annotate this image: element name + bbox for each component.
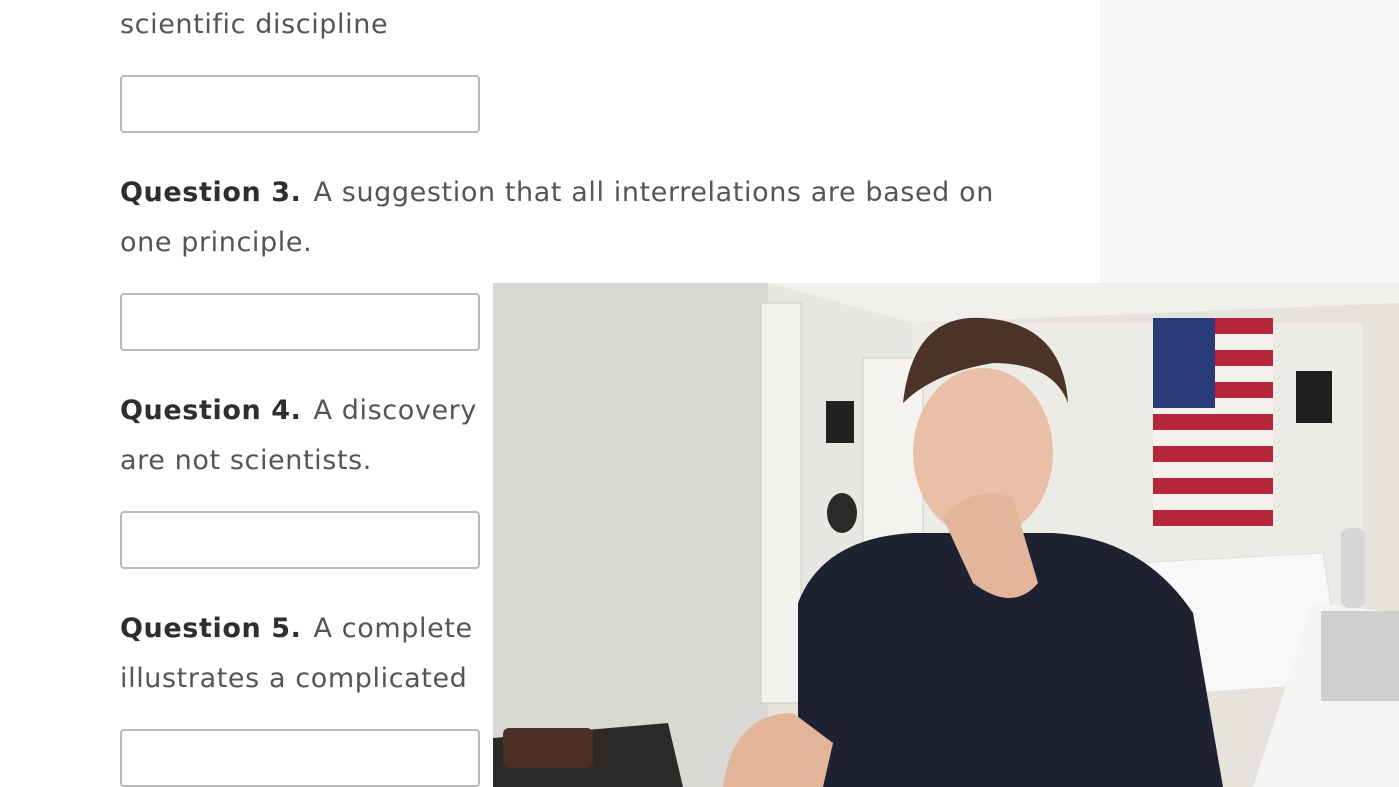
water-bottle bbox=[1341, 528, 1365, 608]
question-3-label: Question 3. bbox=[120, 177, 302, 208]
previous-question-text: scientific discipline bbox=[120, 9, 389, 40]
door-left bbox=[760, 302, 802, 704]
wall-frame bbox=[1296, 371, 1332, 423]
previous-question-tail: scientific discipline bbox=[120, 0, 388, 50]
question-4-line2: are not scientists. bbox=[120, 445, 372, 476]
page-gutter bbox=[1100, 0, 1399, 290]
american-flag bbox=[1153, 318, 1273, 528]
question-5: Question 5. A complete illustrates a comp… bbox=[120, 604, 473, 704]
radiator-grill bbox=[1321, 611, 1399, 701]
answer-input-5[interactable] bbox=[120, 729, 480, 787]
webcam-video-frame bbox=[493, 283, 1399, 787]
question-4: Question 4. A discovery are not scientist… bbox=[120, 386, 477, 486]
left-wall bbox=[493, 283, 768, 787]
answer-input-4[interactable] bbox=[120, 511, 480, 569]
phone bbox=[503, 728, 593, 768]
question-3-line1: A suggestion that all interrelations are… bbox=[313, 177, 994, 208]
question-5-line1: A complete bbox=[313, 613, 473, 644]
question-4-label: Question 4. bbox=[120, 395, 302, 426]
question-4-line1: A discovery bbox=[313, 395, 477, 426]
question-3: Question 3. A suggestion that all interre… bbox=[120, 168, 994, 268]
question-5-label: Question 5. bbox=[120, 613, 302, 644]
wall-sign bbox=[826, 401, 854, 443]
webcam-overlay bbox=[493, 283, 1399, 787]
answer-input-2[interactable] bbox=[120, 75, 480, 133]
answer-input-3[interactable] bbox=[120, 293, 480, 351]
question-3-line2: one principle. bbox=[120, 227, 313, 258]
hanging-helmet bbox=[827, 493, 857, 533]
question-5-line2: illustrates a complicated bbox=[120, 663, 468, 694]
